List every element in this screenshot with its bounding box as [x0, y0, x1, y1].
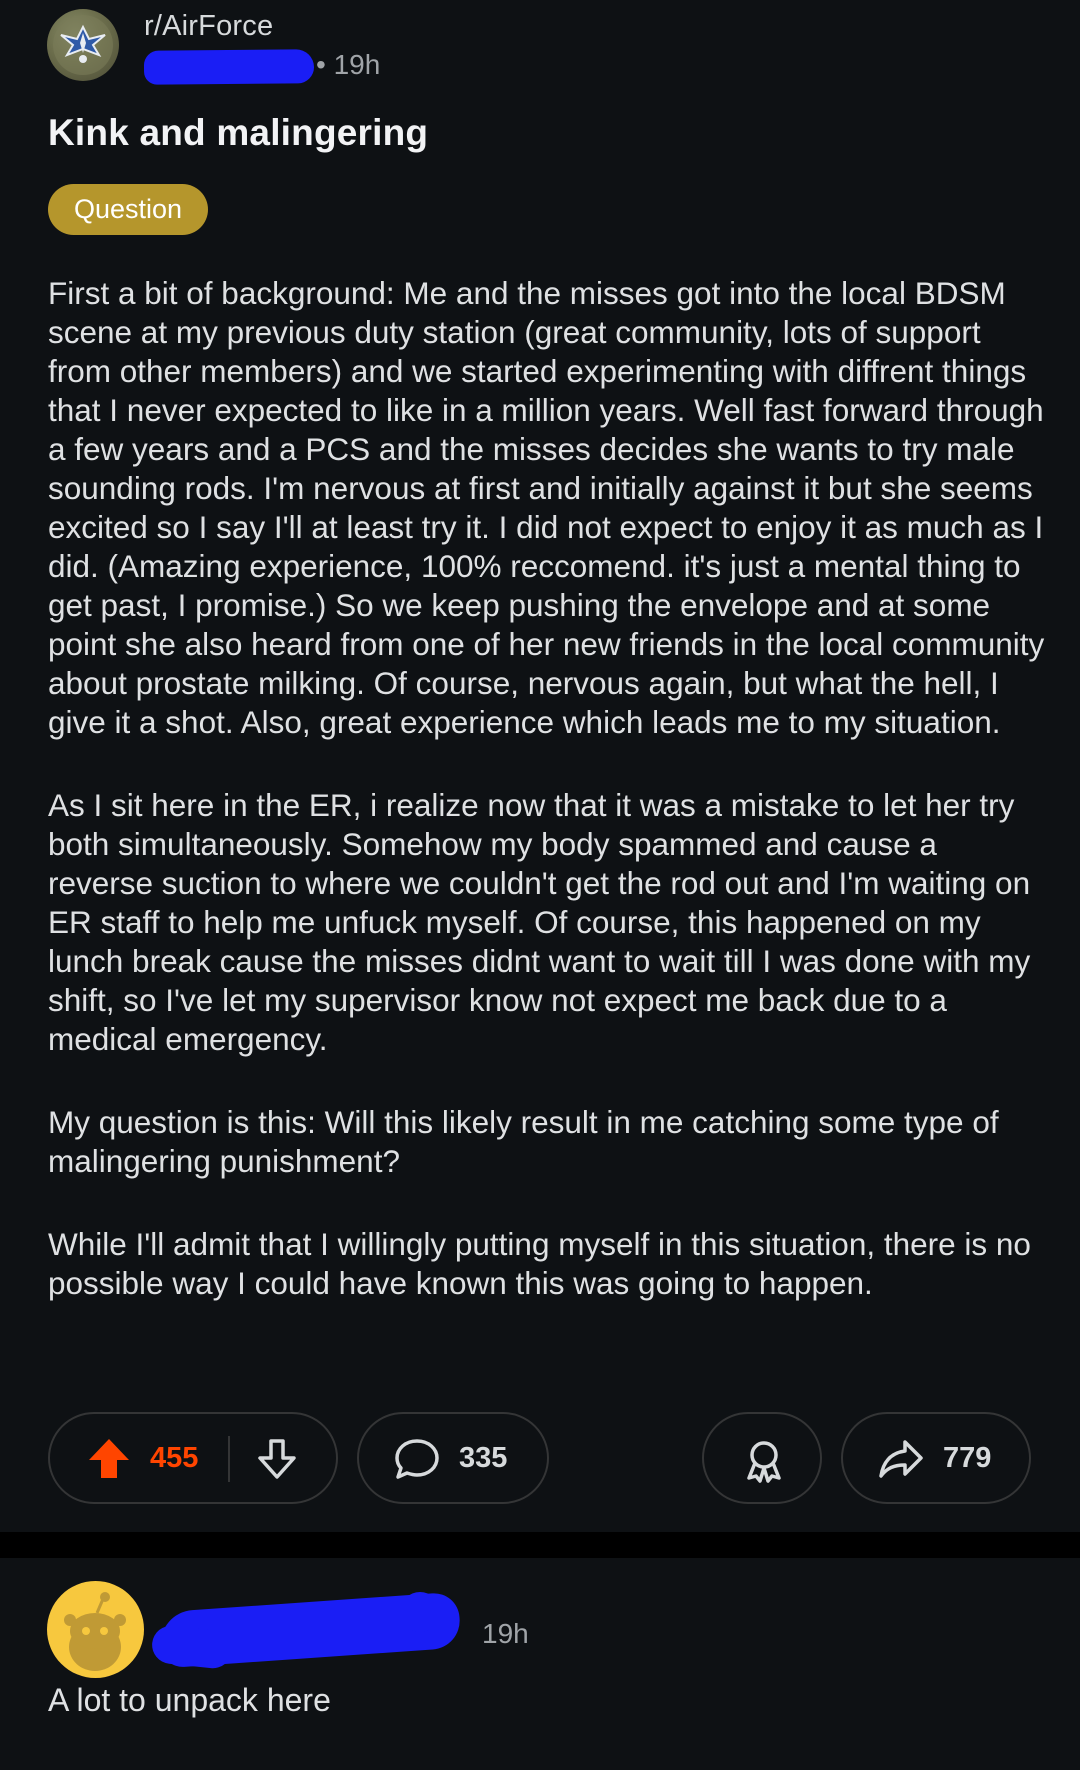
- downvote-arrow-icon[interactable]: [254, 1436, 300, 1487]
- comment-item: 19h A lot to unpack here: [0, 1558, 1080, 1770]
- post-paragraph: First a bit of background: Me and the mi…: [48, 275, 1045, 740]
- redacted-username-mark: [400, 1592, 440, 1632]
- award-button[interactable]: [702, 1412, 822, 1504]
- comment-count: 335: [459, 1442, 508, 1474]
- post-flair[interactable]: Question: [48, 184, 208, 235]
- post-paragraph: My question is this: Will this likely re…: [48, 1104, 999, 1179]
- speech-bubble-icon: [393, 1436, 441, 1487]
- community-avatar[interactable]: [47, 9, 119, 81]
- post-card: r/AirForce • 19h Kink and malingering Qu…: [0, 0, 1080, 1532]
- vote-divider: [228, 1436, 230, 1482]
- section-separator: [0, 1532, 1080, 1558]
- post-time: • 19h: [316, 49, 381, 80]
- post-paragraph: As I sit here in the ER, i realize now t…: [48, 787, 1031, 1057]
- post-title: Kink and malingering: [48, 112, 429, 153]
- vote-bar: 455: [48, 1412, 338, 1504]
- post-body: First a bit of background: Me and the mi…: [48, 274, 1048, 1347]
- share-count: 779: [943, 1442, 992, 1474]
- share-button[interactable]: 779: [841, 1412, 1031, 1504]
- vote-score: 455: [150, 1442, 199, 1474]
- upvote-arrow-icon[interactable]: [86, 1436, 132, 1487]
- share-arrow-icon: [877, 1436, 925, 1487]
- air-force-emblem-icon: [53, 15, 113, 75]
- award-ribbon-icon: [741, 1436, 787, 1489]
- snoo-avatar-icon[interactable]: [47, 1581, 144, 1678]
- redacted-username-mark: [146, 58, 170, 78]
- post-paragraph: While I'll admit that I willingly puttin…: [48, 1226, 1031, 1301]
- comment-time: 19h: [482, 1618, 529, 1649]
- community-name[interactable]: r/AirForce: [144, 10, 273, 43]
- comments-button[interactable]: 335: [357, 1412, 549, 1504]
- comment-text: A lot to unpack here: [48, 1682, 331, 1718]
